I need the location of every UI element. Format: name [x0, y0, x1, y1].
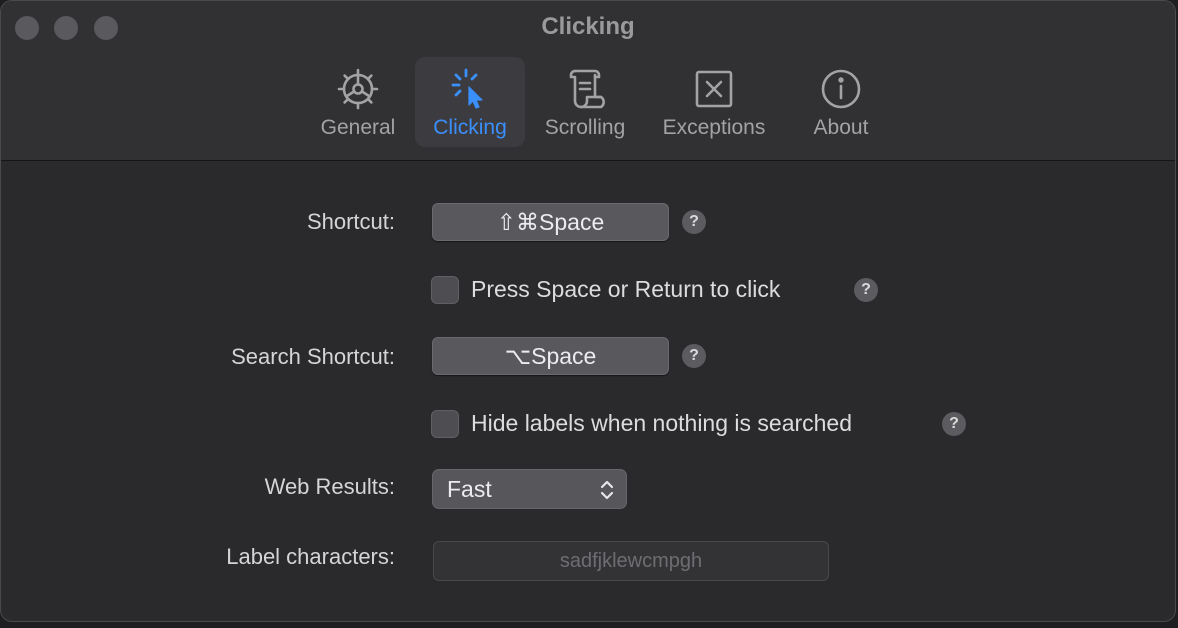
cursor-click-icon [447, 66, 493, 112]
tab-about-label: About [813, 116, 869, 139]
tab-about[interactable]: About [796, 57, 886, 147]
hide-labels-checkbox[interactable] [431, 410, 459, 438]
tab-exceptions-label: Exceptions [662, 116, 766, 139]
hide-labels-label: Hide labels when nothing is searched [471, 410, 853, 436]
tab-scrolling[interactable]: Scrolling [531, 57, 639, 147]
search-shortcut-recorder[interactable]: ⌥Space [432, 337, 669, 375]
info-icon [818, 66, 864, 112]
tab-clicking-label: Clicking [433, 116, 507, 139]
shortcut-help-button[interactable]: ? [682, 210, 706, 234]
press-space-checkbox[interactable] [431, 276, 459, 304]
search-shortcut-help-button[interactable]: ? [682, 344, 706, 368]
web-results-select[interactable]: Fast [432, 469, 627, 509]
tab-clicking[interactable]: Clicking [415, 57, 525, 147]
web-results-value: Fast [447, 475, 492, 502]
window-title: Clicking [541, 13, 635, 40]
chevron-updown-icon [600, 478, 614, 508]
gear-icon [335, 66, 381, 112]
x-square-icon [691, 66, 737, 112]
shortcut-recorder[interactable]: ⇧⌘Space [432, 203, 669, 241]
tab-general[interactable]: General [303, 57, 413, 147]
hide-labels-help-button[interactable]: ? [942, 412, 966, 436]
title-bar: Clicking General Clicking Scrolling Exce… [1, 1, 1175, 161]
scroll-icon [562, 66, 608, 112]
label-characters-field[interactable]: sadfjklewcmpgh [433, 541, 829, 581]
label-characters-label: Label characters: [226, 544, 395, 569]
press-space-label: Press Space or Return to click [471, 276, 781, 302]
preferences-window: Clicking General Clicking Scrolling Exce… [0, 0, 1176, 622]
search-shortcut-label: Search Shortcut: [231, 344, 395, 369]
tab-general-label: General [320, 116, 396, 139]
shortcut-label: Shortcut: [306, 209, 395, 234]
web-results-label: Web Results: [264, 474, 395, 499]
tab-scrolling-label: Scrolling [544, 116, 626, 139]
press-space-help-button[interactable]: ? [854, 278, 878, 302]
tab-exceptions[interactable]: Exceptions [651, 57, 777, 147]
label-characters-placeholder: sadfjklewcmpgh [559, 549, 703, 572]
